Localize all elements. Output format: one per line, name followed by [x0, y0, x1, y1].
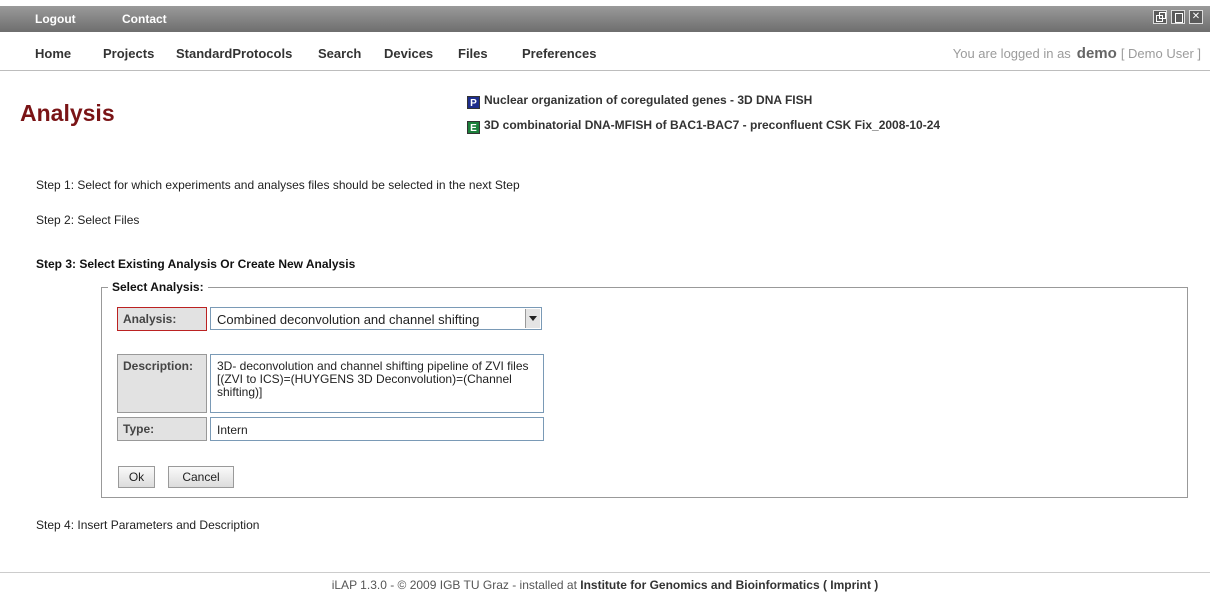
- project-icon: P: [467, 96, 480, 109]
- footer: iLAP 1.3.0 - © 2009 IGB TU Graz - instal…: [0, 572, 1210, 592]
- type-field[interactable]: Intern: [210, 417, 544, 441]
- step-2[interactable]: Step 2: Select Files: [36, 213, 139, 227]
- login-status: You are logged in as demo[ Demo User ]: [953, 45, 1201, 62]
- analysis-select-value: Combined deconvolution and channel shift…: [217, 312, 480, 327]
- page-title: Analysis: [20, 100, 115, 126]
- project-label[interactable]: Nuclear organization of coregulated gene…: [484, 93, 812, 107]
- nav-projects[interactable]: Projects: [103, 46, 154, 61]
- step-4[interactable]: Step 4: Insert Parameters and Descriptio…: [36, 518, 259, 532]
- nav-standard-protocols[interactable]: StandardProtocols: [176, 46, 292, 61]
- experiment-link[interactable]: E 3D combinatorial DNA-MFISH of BAC1-BAC7…: [467, 118, 940, 134]
- description-field[interactable]: 3D- deconvolution and channel shifting p…: [210, 354, 544, 413]
- nav-home[interactable]: Home: [35, 46, 71, 61]
- experiment-label[interactable]: 3D combinatorial DNA-MFISH of BAC1-BAC7 …: [484, 118, 940, 132]
- type-label: Type:: [117, 417, 207, 441]
- analysis-select[interactable]: Combined deconvolution and channel shift…: [210, 307, 542, 330]
- description-label: Description:: [117, 354, 207, 413]
- nav-devices[interactable]: Devices: [384, 46, 433, 61]
- step-3: Step 3: Select Existing Analysis Or Crea…: [36, 257, 356, 271]
- restore-icon[interactable]: [1153, 10, 1167, 24]
- logout-link[interactable]: Logout: [35, 12, 76, 26]
- main-nav: Home Projects StandardProtocols Search D…: [0, 32, 1210, 71]
- ok-button[interactable]: Ok: [118, 466, 155, 488]
- nav-preferences[interactable]: Preferences: [522, 46, 596, 61]
- nav-files[interactable]: Files: [458, 46, 488, 61]
- nav-search[interactable]: Search: [318, 46, 361, 61]
- login-username: demo: [1076, 45, 1117, 62]
- step-1[interactable]: Step 1: Select for which experiments and…: [36, 178, 520, 192]
- chevron-down-icon[interactable]: [525, 309, 540, 328]
- cancel-button[interactable]: Cancel: [168, 466, 234, 488]
- footer-institute-link[interactable]: Institute for Genomics and Bioinformatic…: [580, 578, 878, 592]
- top-bar: Logout Contact ✕: [0, 6, 1210, 32]
- select-analysis-legend: Select Analysis:: [112, 280, 204, 294]
- maximize-icon[interactable]: [1171, 10, 1185, 24]
- login-prefix: You are logged in as: [952, 46, 1071, 61]
- footer-text: iLAP 1.3.0 - © 2009 IGB TU Graz - instal…: [331, 578, 577, 592]
- experiment-icon: E: [467, 121, 480, 134]
- login-fullname: [ Demo User ]: [1120, 46, 1201, 61]
- contact-link[interactable]: Contact: [122, 12, 167, 26]
- project-link[interactable]: P Nuclear organization of coregulated gen…: [467, 93, 812, 109]
- close-icon[interactable]: ✕: [1189, 10, 1203, 24]
- analysis-label: Analysis:: [117, 307, 207, 331]
